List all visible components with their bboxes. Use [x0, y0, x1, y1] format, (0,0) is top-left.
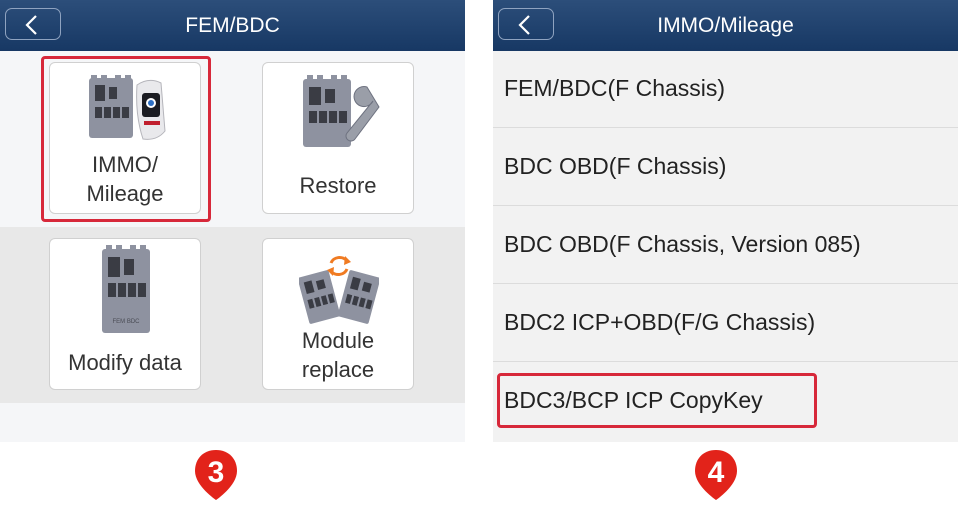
list-item-bdc3-bcp-copykey[interactable]: BDC3/BCP ICP CopyKey [493, 363, 958, 440]
ecu-modules-swap-icon [299, 255, 379, 324]
immo-mileage-screen: IMMO/Mileage FEM/BDC(F Chassis) BDC OBD(… [493, 0, 958, 442]
list-item-bdc-obd[interactable]: BDC OBD(F Chassis) [493, 129, 958, 206]
list-item-bdc-obd-085[interactable]: BDC OBD(F Chassis, Version 085) [493, 207, 958, 284]
tile-label: Modify data [68, 350, 182, 375]
list-item-label: BDC2 ICP+OBD(F/G Chassis) [504, 309, 816, 335]
immo-mileage-tile[interactable]: IMMO/ Mileage [49, 62, 201, 214]
fem-bdc-screen: FEM/BDC IMMO/ Mileage Restore FEM BDC Mo… [0, 0, 465, 442]
page-title: IMMO/Mileage [657, 14, 794, 37]
list-item-label: BDC OBD(F Chassis, Version 085) [504, 231, 861, 257]
empty-row [0, 403, 465, 442]
page-title: FEM/BDC [185, 14, 280, 37]
tile-label: replace [301, 357, 375, 382]
tile-label: IMMO/ [92, 152, 158, 177]
module-replace-tile[interactable]: Module replace [262, 238, 414, 390]
list-item-label: BDC3/BCP ICP CopyKey [504, 387, 763, 413]
ecu-module-icon: FEM BDC [102, 245, 150, 333]
tile-label: Restore [299, 173, 377, 198]
ecu-module-with-key-fob-icon [89, 75, 166, 140]
tile-label: Mileage [86, 181, 164, 206]
list-item-fem-bdc[interactable]: FEM/BDC(F Chassis) [493, 51, 958, 128]
step-number: 4 [707, 456, 725, 489]
step-marker-3: 3 [192, 448, 240, 502]
step-marker-4: 4 [692, 448, 740, 502]
ecu-module-with-wrench-icon [303, 75, 380, 147]
module-text: FEM BDC [113, 319, 141, 325]
step-number: 3 [207, 456, 225, 489]
header-bar: IMMO/Mileage [493, 0, 958, 51]
modify-data-tile[interactable]: FEM BDC Modify data [49, 238, 201, 390]
list-item-label: FEM/BDC(F Chassis) [504, 75, 726, 101]
restore-tile[interactable]: Restore [262, 62, 414, 214]
list-item-bdc2-icp-obd[interactable]: BDC2 ICP+OBD(F/G Chassis) [493, 285, 958, 362]
list-item-label: BDC OBD(F Chassis) [504, 153, 727, 179]
header-bar: FEM/BDC [0, 0, 465, 51]
tile-label: Module [301, 328, 375, 353]
